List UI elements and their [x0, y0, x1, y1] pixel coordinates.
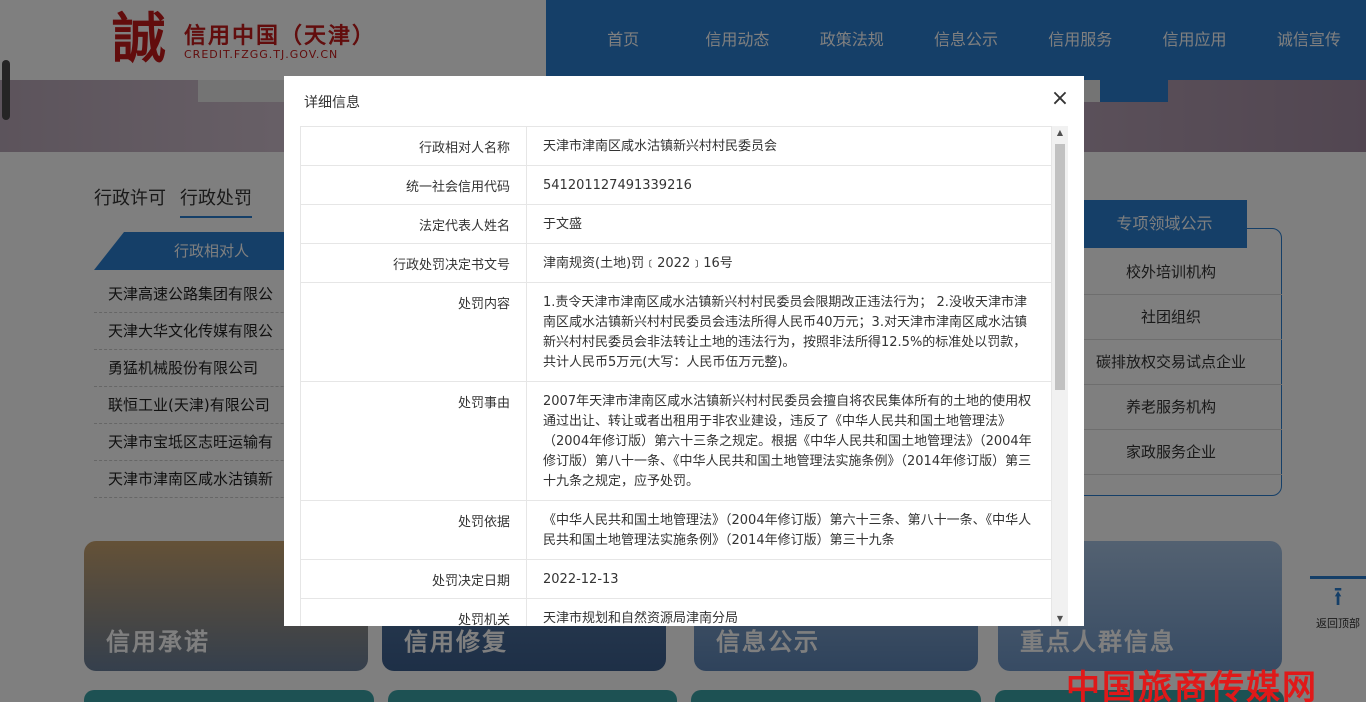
- detail-modal: 详细信息 × 行政相对人名称 天津市津南区咸水沽镇新兴村村民委员会 统一社会信用…: [284, 76, 1084, 626]
- field-value: 2022-12-13: [526, 559, 1052, 599]
- field-label: 处罚决定日期: [300, 559, 527, 599]
- modal-body: 行政相对人名称 天津市津南区咸水沽镇新兴村村民委员会 统一社会信用代码 5412…: [300, 126, 1068, 626]
- field-label: 统一社会信用代码: [300, 165, 527, 205]
- field-value: 天津市津南区咸水沽镇新兴村村民委员会: [526, 126, 1052, 166]
- field-label: 行政相对人名称: [300, 126, 527, 166]
- modal-scrollbar[interactable]: ▲ ▼: [1052, 126, 1068, 626]
- field-value: 2007年天津市津南区咸水沽镇新兴村村民委员会擅自将农民集体所有的土地的使用权通…: [526, 381, 1052, 501]
- field-value: 于文盛: [526, 204, 1052, 244]
- table-row: 处罚内容 1.责令天津市津南区咸水沽镇新兴村村民委员会限期改正违法行为； 2.没…: [300, 282, 1052, 382]
- field-label: 处罚事由: [300, 381, 527, 501]
- close-icon[interactable]: ×: [1048, 88, 1072, 112]
- field-label: 法定代表人姓名: [300, 204, 527, 244]
- table-row: 处罚决定日期 2022-12-13: [300, 559, 1052, 599]
- field-label: 处罚依据: [300, 500, 527, 560]
- field-label: 处罚机关: [300, 598, 527, 626]
- field-value: 天津市规划和自然资源局津南分局: [526, 598, 1052, 626]
- table-row: 处罚事由 2007年天津市津南区咸水沽镇新兴村村民委员会擅自将农民集体所有的土地…: [300, 381, 1052, 501]
- field-value: 津南规资(土地)罚﹝2022﹞16号: [526, 243, 1052, 283]
- table-row: 处罚依据 《中华人民共和国土地管理法》（2004年修订版）第六十三条、第八十一条…: [300, 500, 1052, 560]
- field-value: 1.责令天津市津南区咸水沽镇新兴村村民委员会限期改正违法行为； 2.没收天津市津…: [526, 282, 1052, 382]
- detail-table: 行政相对人名称 天津市津南区咸水沽镇新兴村村民委员会 统一社会信用代码 5412…: [300, 126, 1052, 626]
- scroll-up-icon[interactable]: ▲: [1052, 126, 1068, 140]
- table-row: 行政处罚决定书文号 津南规资(土地)罚﹝2022﹞16号: [300, 243, 1052, 283]
- scroll-down-icon[interactable]: ▼: [1052, 612, 1068, 626]
- field-label: 处罚内容: [300, 282, 527, 382]
- table-row: 法定代表人姓名 于文盛: [300, 204, 1052, 244]
- field-value: 541201127491339216: [526, 165, 1052, 205]
- scrollbar-thumb[interactable]: [1055, 144, 1065, 390]
- table-row: 行政相对人名称 天津市津南区咸水沽镇新兴村村民委员会: [300, 126, 1052, 166]
- field-value: 《中华人民共和国土地管理法》（2004年修订版）第六十三条、第八十一条、《中华人…: [526, 500, 1052, 560]
- table-row: 统一社会信用代码 541201127491339216: [300, 165, 1052, 205]
- field-label: 行政处罚决定书文号: [300, 243, 527, 283]
- modal-header: 详细信息 ×: [284, 76, 1084, 126]
- table-row: 处罚机关 天津市规划和自然资源局津南分局: [300, 598, 1052, 626]
- site-watermark: 中国旅商传媒网: [1066, 668, 1318, 702]
- modal-title: 详细信息: [304, 95, 360, 111]
